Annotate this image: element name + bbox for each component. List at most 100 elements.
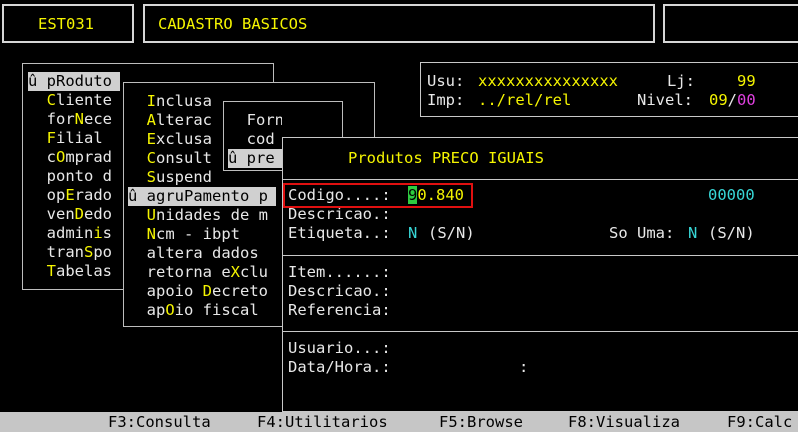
main-menu-item-hotkey: p — [46, 72, 57, 90]
main-menu-item-text: ilial — [56, 129, 103, 147]
header-title-box: CADASTRO BASICOS — [143, 4, 655, 43]
main-menu-item[interactable]: venDedo — [28, 205, 120, 224]
descricao2-label: Descricao.: — [288, 282, 391, 300]
produto-menu-item-text — [128, 168, 147, 186]
main-menu-item-text — [28, 262, 47, 280]
main-menu-item-text — [28, 129, 47, 147]
screen-code: EST031 — [38, 15, 94, 33]
main-menu-item-text: op — [28, 186, 66, 204]
etiqueta-input[interactable]: N — [408, 224, 417, 243]
usu-label: Usu: — [427, 72, 465, 90]
so-uma-label: So Uma: — [609, 224, 675, 242]
produto-menu-item[interactable]: retorna eXclu — [128, 263, 276, 282]
imp-label: Imp: — [427, 91, 465, 109]
function-key-bar: F3:Consulta F4:Utilitarios F5:Browse F8:… — [0, 412, 798, 432]
produto-menu-item-text: nidades de m — [156, 206, 268, 224]
main-menu-item-text: edo — [84, 205, 113, 223]
produto-menu-item-text: û agru — [128, 187, 184, 205]
produto-menu-item-text — [128, 149, 147, 167]
produto-menu-item-text: altera dados — [128, 244, 259, 262]
lj-label: Lj: — [667, 72, 695, 90]
produto-menu-item[interactable]: altera dados — [128, 244, 276, 263]
produto-menu-item-hotkey: P — [184, 187, 194, 205]
main-menu-item[interactable]: cOmprad — [28, 148, 120, 167]
main-menu-item-text: ponto d — [28, 167, 112, 185]
referencia-label: Referencia: — [288, 301, 391, 319]
etiqueta-label: Etiqueta..: — [288, 224, 391, 242]
produto-menu-item-text: cm - ibpt — [156, 225, 241, 243]
f3-consulta-key[interactable]: F3:Consulta — [108, 413, 211, 432]
produto-menu-item-text: xclusa — [156, 130, 213, 148]
f8-visualiza-key[interactable]: F8:Visualiza — [568, 413, 680, 432]
produto-menu-item-text: io fiscal — [174, 301, 259, 319]
agrupamento-menu-item[interactable]: û pre — [228, 149, 282, 168]
dialog-separator-1 — [283, 179, 798, 180]
main-menu-item[interactable]: û pRoduto — [28, 72, 120, 91]
produto-menu-item[interactable]: apOio fiscal — [128, 301, 276, 320]
main-menu-item[interactable]: opErado — [28, 186, 120, 205]
imp-value: ../rel/rel — [478, 91, 572, 109]
main-menu-item-text: for — [28, 110, 75, 128]
main-menu-item-hotkey: C — [46, 91, 57, 109]
main-menu-item-text: ece — [84, 110, 113, 128]
produto-menu-item-text: ap — [128, 301, 166, 319]
main-menu-item-hotkey: i — [93, 224, 103, 242]
f5-browse-key[interactable]: F5:Browse — [439, 413, 523, 432]
main-menu-item-text: Roduto — [56, 72, 113, 90]
produto-menu-item-hotkey: C — [146, 149, 157, 167]
produto-menu-item-text: clu — [240, 263, 268, 281]
usuario-label: Usuario...: — [288, 339, 391, 357]
usu-value: xxxxxxxxxxxxxxx — [478, 72, 618, 90]
so-uma-input[interactable]: N — [688, 224, 697, 243]
nivel-label: Nivel: — [637, 91, 693, 109]
main-menu-item[interactable]: Cliente — [28, 91, 120, 110]
dialog-separator-3 — [283, 331, 798, 332]
f9-calc-key[interactable]: F9:Calc — [727, 413, 792, 432]
main-menu-item-hotkey: F — [46, 129, 57, 147]
produto-menu-item-text: lterac — [156, 111, 213, 129]
lj-value: 99 — [737, 72, 756, 90]
produto-menu-item-text — [128, 130, 147, 148]
main-menu-item-text: ven — [28, 205, 75, 223]
produto-menu-item-hotkey: X — [230, 263, 240, 281]
produto-menu-item-hotkey: D — [202, 282, 212, 300]
produto-menu-item[interactable]: apoio Decreto — [128, 282, 276, 301]
dialog-separator-2 — [283, 255, 798, 256]
main-menu-item-text: c — [28, 148, 56, 166]
main-menu-item-text: û — [28, 72, 47, 90]
produto-menu-item-text: onsult — [156, 149, 213, 167]
main-menu-item[interactable]: adminis — [28, 224, 120, 243]
main-menu-item-text: mprad — [65, 148, 113, 166]
main-menu-item-hotkey: N — [74, 110, 85, 128]
agrupamento-menu-item[interactable]: Fornece — [228, 111, 282, 130]
produto-menu-item-hotkey: E — [146, 130, 157, 148]
f4-utilitarios-key[interactable]: F4:Utilitarios — [257, 413, 388, 432]
main-menu-item[interactable]: tranSpo — [28, 243, 120, 262]
produto-menu-item-hotkey: A — [146, 111, 157, 129]
main-menu-top-border — [23, 63, 273, 64]
produto-menu-item-text: retorna e — [128, 263, 231, 281]
main-menu-item-text: rado — [74, 186, 112, 204]
main-menu-item[interactable]: ponto d — [28, 167, 120, 186]
produto-menu-item[interactable]: Ncm - ibpt — [128, 225, 276, 244]
main-menu-item-hotkey: E — [65, 186, 75, 204]
etiqueta-hint: (S/N) — [428, 224, 475, 242]
produto-menu-item-hotkey: U — [146, 206, 157, 224]
main-menu-item-hotkey: T — [46, 262, 57, 280]
produto-menu-item-hotkey: I — [146, 92, 157, 110]
main-menu-item-hotkey: O — [56, 148, 66, 166]
main-menu-item-text: liente — [56, 91, 113, 109]
main-menu-item[interactable]: Filial — [28, 129, 120, 148]
main-menu-item[interactable]: Tabelas — [28, 262, 120, 281]
agrupamento-menu-item[interactable]: cod — [228, 130, 282, 149]
produto-menu-item-text: nclusa — [156, 92, 213, 110]
main-menu-item-hotkey: D — [74, 205, 85, 223]
main-menu-item-hotkey: S — [84, 243, 94, 261]
main-menu-item-text: tran — [28, 243, 84, 261]
main-menu-item[interactable]: forNece — [28, 110, 120, 129]
produto-menu-item-text: apoio — [128, 282, 203, 300]
item-label: Item......: — [288, 263, 391, 281]
produto-menu-item[interactable]: û agruPamento p — [128, 187, 276, 206]
produto-menu-item-text: ecreto — [212, 282, 268, 300]
produto-menu-item[interactable]: Unidades de m — [128, 206, 276, 225]
